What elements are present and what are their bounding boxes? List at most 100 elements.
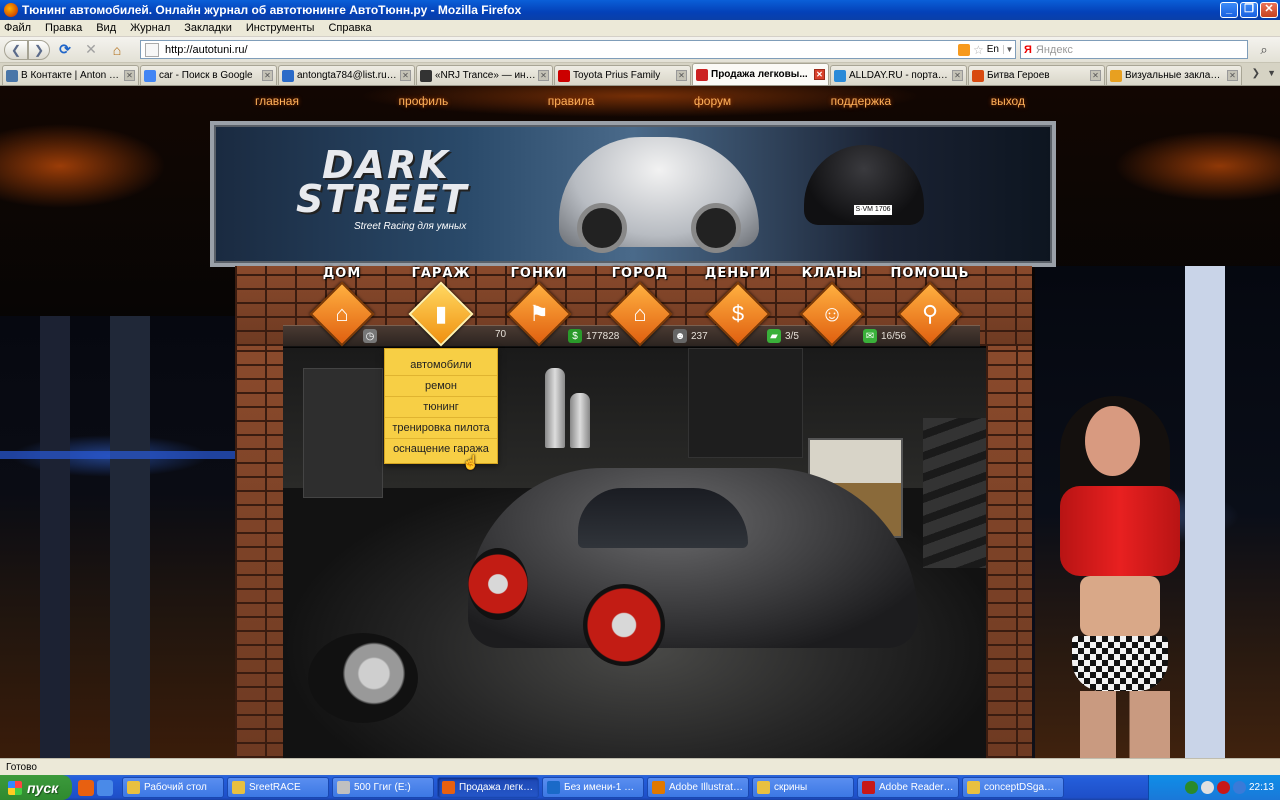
- menu-bookmarks[interactable]: Закладки: [184, 22, 232, 34]
- tab-close-icon[interactable]: ✕: [400, 70, 411, 81]
- tab-favicon-icon: [420, 69, 432, 82]
- language-indicator: En: [986, 44, 999, 55]
- taskbar-task[interactable]: conceptDSgame...: [962, 777, 1064, 798]
- back-button[interactable]: ❮: [4, 39, 28, 60]
- browser-tab[interactable]: car - Поиск в Google ✕: [140, 65, 277, 85]
- browser-tab[interactable]: «NRJ Trance» — интер...✕: [416, 65, 553, 85]
- url-dropdown-icon[interactable]: ▼: [1003, 45, 1015, 54]
- task-icon: [862, 781, 875, 794]
- maximize-button[interactable]: ❐: [1240, 2, 1258, 18]
- close-window-button[interactable]: ✕: [1260, 2, 1278, 18]
- garage-door-left: [303, 368, 383, 498]
- site-nav-rules[interactable]: правила: [548, 94, 595, 108]
- menu-file[interactable]: Файл: [4, 22, 31, 34]
- url-text[interactable]: http://autotuni.ru/: [165, 44, 958, 56]
- page-content: главная профиль правила форум поддержка …: [0, 86, 1280, 758]
- stop-icon[interactable]: ✕: [80, 40, 102, 60]
- site-nav-forum[interactable]: форум: [694, 94, 731, 108]
- tab-close-icon[interactable]: ✕: [262, 70, 273, 81]
- game-nav-label: ГОНКИ: [510, 266, 568, 281]
- user-icon: ☺: [820, 301, 844, 326]
- task-label: Adobe Reader Up...: [879, 782, 954, 793]
- taskbar-task[interactable]: Продажа легков...: [437, 777, 539, 798]
- site-nav-logout[interactable]: выход: [991, 94, 1025, 108]
- city-night-left: [0, 316, 235, 758]
- tray-icon[interactable]: [1232, 781, 1246, 794]
- garage-dropdown: автомобили ремон тюнинг тренировка пилот…: [384, 348, 498, 464]
- game-nav-home[interactable]: ДОМ ⌂: [297, 266, 387, 347]
- menu-edit[interactable]: Правка: [45, 22, 82, 34]
- tray-icon[interactable]: [1184, 781, 1198, 794]
- browser-tab[interactable]: antongta784@list.ru: 11...✕: [278, 65, 415, 85]
- menu-history[interactable]: Журнал: [130, 22, 170, 34]
- tab-list-icon[interactable]: ▼: [1267, 68, 1276, 78]
- tab-close-icon[interactable]: ✕: [538, 70, 549, 81]
- garage-menu-repair[interactable]: ремон: [385, 376, 497, 397]
- task-icon: [127, 781, 140, 794]
- browser-tab[interactable]: Toyota Prius Family ✕: [554, 65, 691, 85]
- browser-tab[interactable]: Битва Героев ✕: [968, 65, 1105, 85]
- game-nav-label: ПОМОЩЬ: [890, 266, 970, 281]
- firefox-quicklaunch-icon[interactable]: [78, 779, 94, 796]
- garage-menu-pilot-training[interactable]: тренировка пилота: [385, 418, 497, 439]
- tray-icon[interactable]: [1200, 781, 1214, 794]
- menu-view[interactable]: Вид: [96, 22, 116, 34]
- tab-close-icon[interactable]: ✕: [1090, 70, 1101, 81]
- bookmark-star-icon[interactable]: ☆: [973, 43, 984, 57]
- tab-close-icon[interactable]: ✕: [124, 70, 135, 81]
- site-nav-profile[interactable]: профиль: [399, 94, 449, 108]
- menu-bar: Файл Правка Вид Журнал Закладки Инструме…: [0, 20, 1280, 37]
- garage-menu-tuning[interactable]: тюнинг: [385, 397, 497, 418]
- yandex-logo-icon[interactable]: Я: [1024, 44, 1032, 56]
- forward-button[interactable]: ❯: [28, 39, 50, 60]
- taskbar-task[interactable]: Без имени-1 @ 6...: [542, 777, 644, 798]
- rss-icon[interactable]: [958, 43, 970, 56]
- browser-tab[interactable]: ALLDAY.RU - портал об...✕: [830, 65, 967, 85]
- taskbar-task[interactable]: Рабочий стол: [122, 777, 224, 798]
- search-input[interactable]: Я Яндекс: [1020, 40, 1248, 59]
- game-nav-garage[interactable]: ГАРАЖ ▮: [396, 266, 486, 347]
- tab-close-icon[interactable]: ✕: [1227, 70, 1238, 81]
- site-top-nav: главная профиль правила форум поддержка …: [255, 94, 1025, 108]
- taskbar-task[interactable]: Adobe Illustrator ...: [647, 777, 749, 798]
- minimize-button[interactable]: _: [1220, 2, 1238, 18]
- site-nav-home[interactable]: главная: [255, 94, 299, 108]
- tab-close-icon[interactable]: ✕: [814, 69, 825, 80]
- address-bar[interactable]: http://autotuni.ru/ ☆ En ▼: [140, 40, 1016, 59]
- model-figure: [1080, 691, 1170, 758]
- player-car: [468, 468, 918, 648]
- site-nav-support[interactable]: поддержка: [831, 94, 891, 108]
- reload-icon[interactable]: ⟳: [54, 40, 76, 60]
- desktop-quicklaunch-icon[interactable]: [97, 779, 113, 796]
- brick-wall-right: [986, 346, 1032, 758]
- taskbar-task[interactable]: 500 Ггиг (E:): [332, 777, 434, 798]
- tab-favicon-icon: [144, 69, 156, 82]
- taskbar-task[interactable]: скрины: [752, 777, 854, 798]
- home-icon[interactable]: ⌂: [106, 40, 128, 60]
- tray-icon[interactable]: [1216, 781, 1230, 794]
- task-label: Продажа легков...: [459, 782, 534, 793]
- game-nav-city[interactable]: ГОРОД ⌂: [595, 266, 685, 347]
- garage-menu-equipment[interactable]: оснащение гаража: [385, 439, 497, 460]
- garage-menu-cars[interactable]: автомобили: [385, 355, 497, 376]
- game-nav-races[interactable]: ГОНКИ ⚑: [494, 266, 584, 347]
- browser-tab[interactable]: Визуальные закладки ✕: [1106, 65, 1242, 85]
- browser-tab[interactable]: В Контакте | Anton Kra... ✕: [2, 65, 139, 85]
- tab-scroll-icon[interactable]: ❯: [1252, 68, 1260, 79]
- tab-close-icon[interactable]: ✕: [676, 70, 687, 81]
- taskbar-task[interactable]: SreetRACE: [227, 777, 329, 798]
- game-nav-clans[interactable]: КЛАНЫ ☺: [787, 266, 877, 347]
- search-go-icon[interactable]: ⌕: [1254, 40, 1274, 59]
- browser-tab[interactable]: Продажа легковы... ✕: [692, 63, 829, 85]
- menu-tools[interactable]: Инструменты: [246, 22, 315, 34]
- task-label: Adobe Illustrator ...: [669, 782, 744, 793]
- game-nav-help[interactable]: ПОМОЩЬ ⚲: [885, 266, 975, 347]
- taskbar-task[interactable]: Adobe Reader Up...: [857, 777, 959, 798]
- game-nav-money[interactable]: ДЕНЬГИ $: [693, 266, 783, 347]
- tab-label: Продажа легковы...: [711, 69, 808, 80]
- task-label: 500 Ггиг (E:): [354, 782, 411, 793]
- menu-help[interactable]: Справка: [328, 22, 371, 34]
- tab-close-icon[interactable]: ✕: [952, 70, 963, 81]
- gas-tank: [545, 368, 565, 448]
- start-button[interactable]: пуск: [0, 775, 72, 800]
